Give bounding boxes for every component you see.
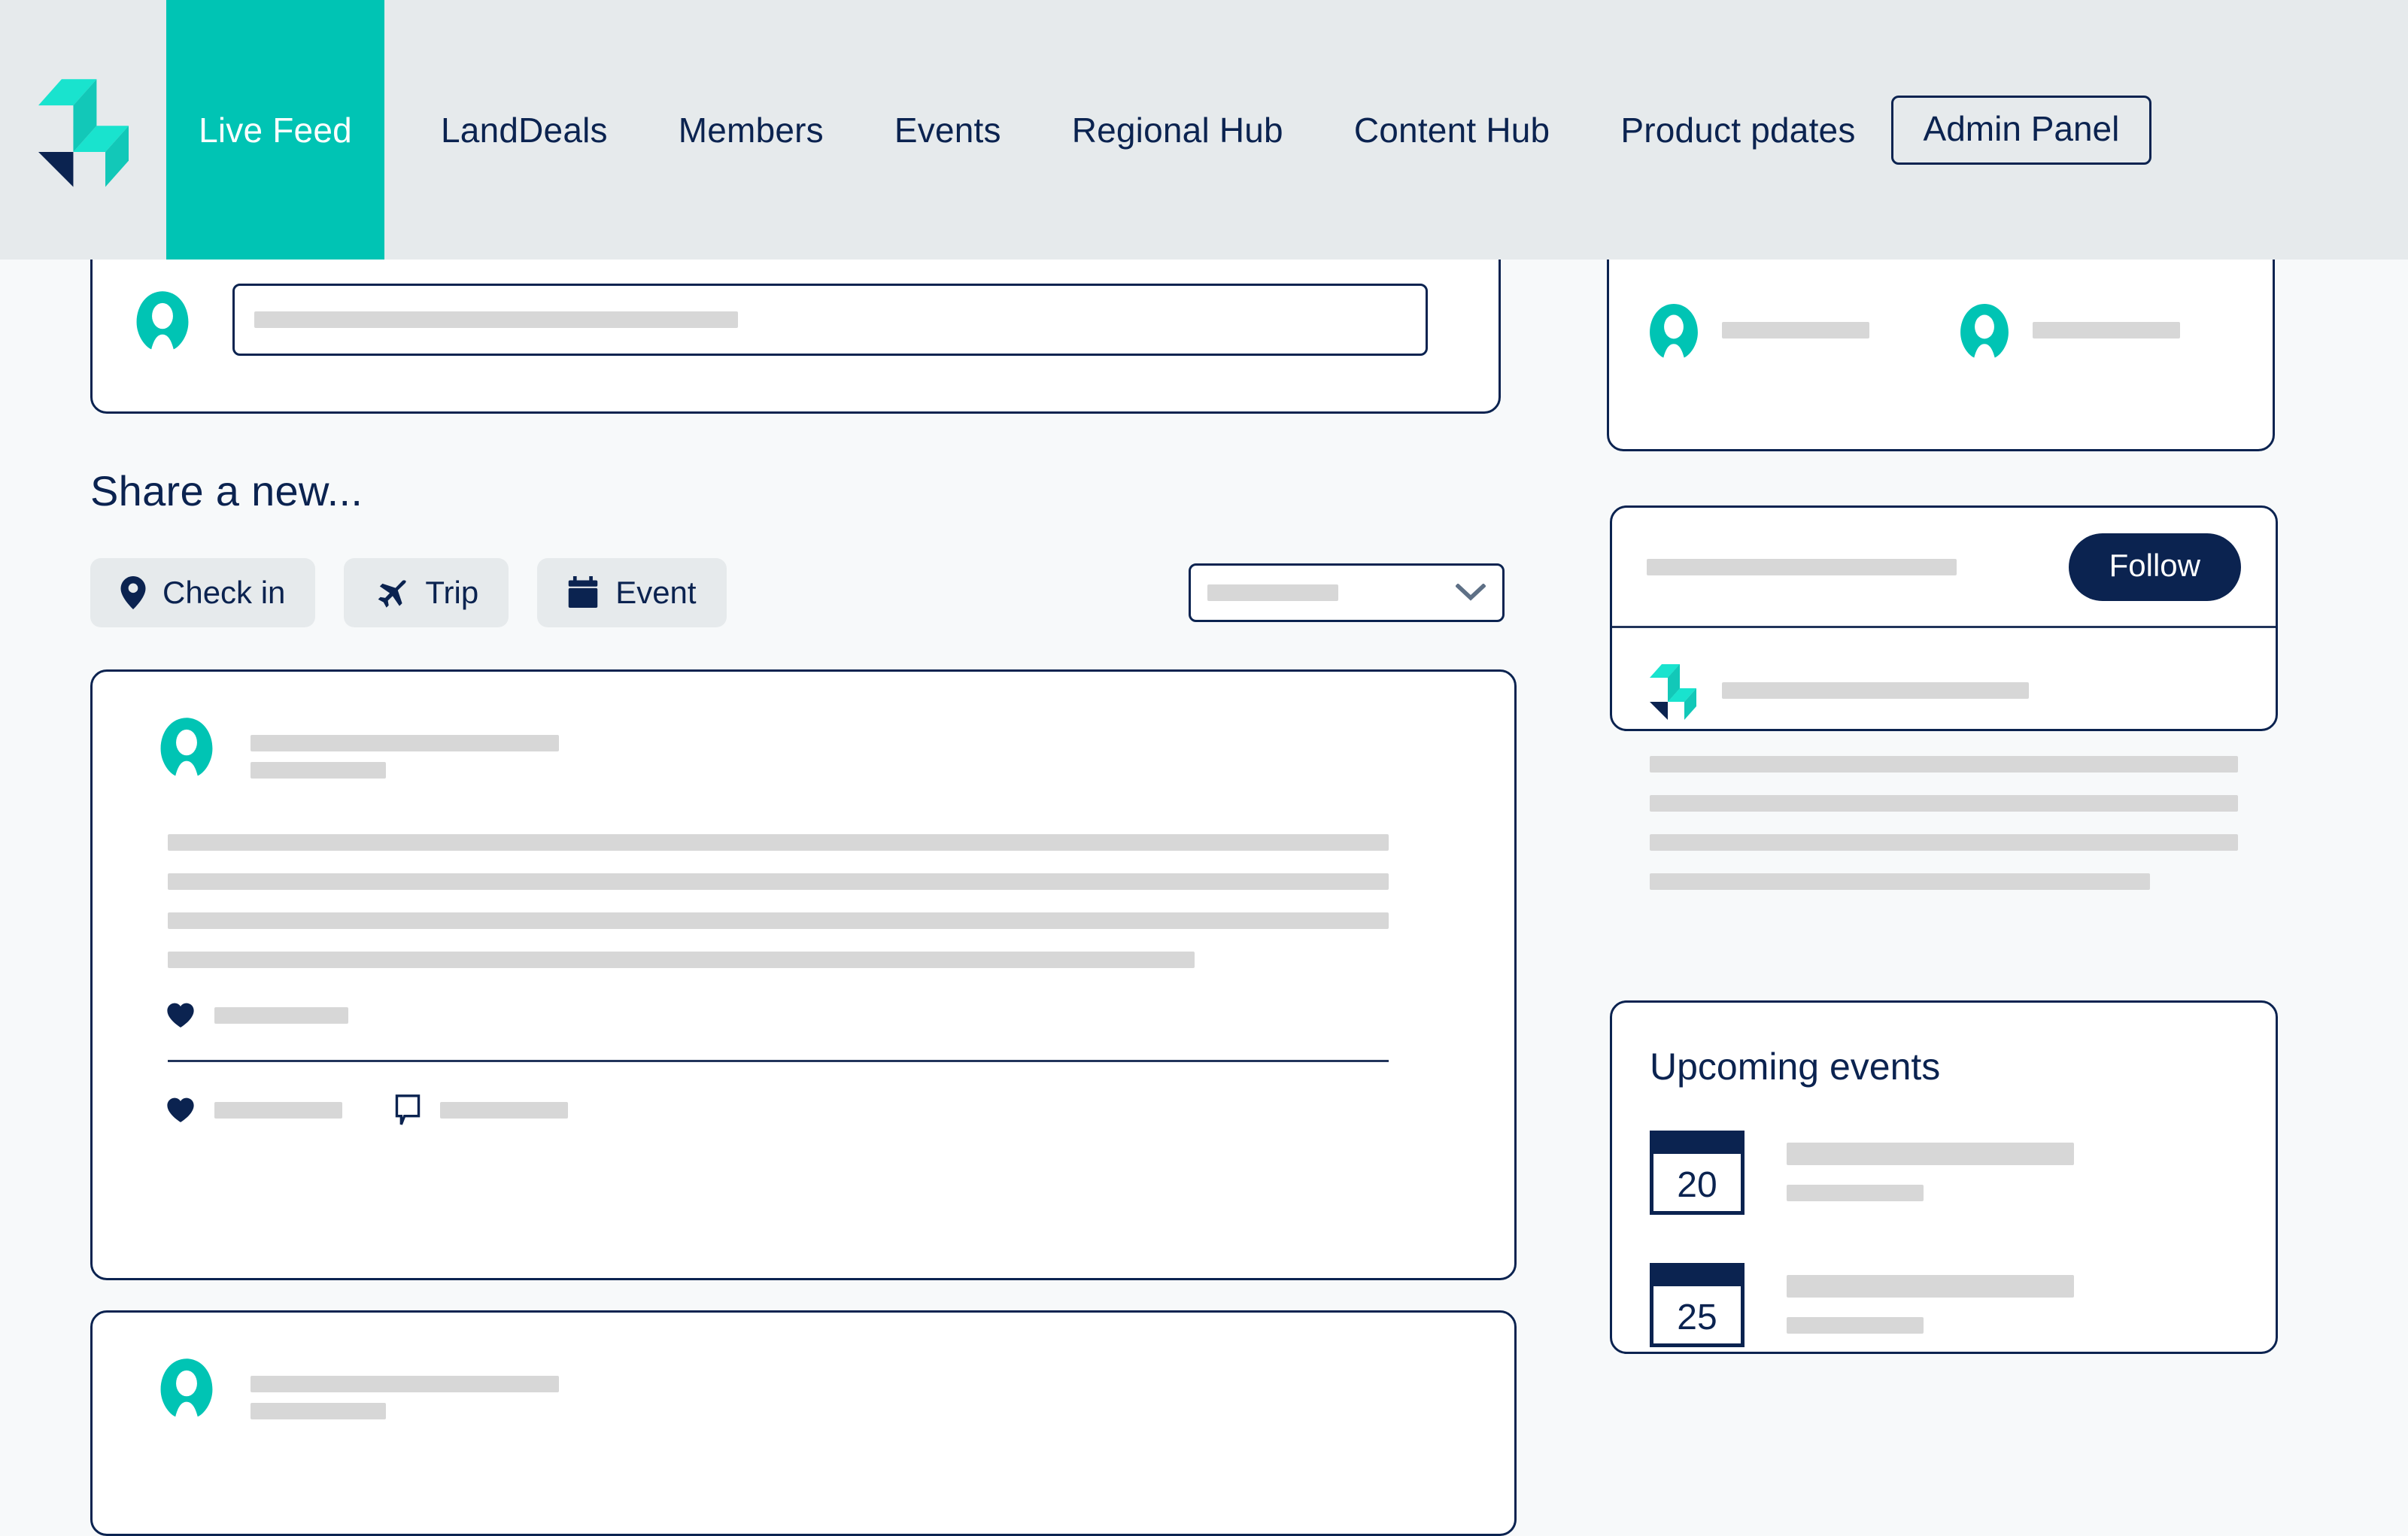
share-chip-label: Check in <box>162 575 286 610</box>
post-author-name-bar <box>251 735 559 751</box>
avatar <box>1956 302 2013 359</box>
event-meta-bar <box>1787 1317 1924 1334</box>
user-avatar-icon <box>136 291 189 350</box>
lightning-bolt-logo-icon <box>1650 664 1696 720</box>
post-like-button[interactable] <box>166 1097 342 1123</box>
post-card[interactable] <box>90 669 1517 1280</box>
follow-card-title-bar <box>1647 558 1957 575</box>
post-meta-bar <box>251 762 386 779</box>
post-body-line <box>168 952 1195 968</box>
avatar <box>132 289 193 351</box>
calendar-icon <box>568 576 598 608</box>
share-chip-label: Event <box>615 575 697 610</box>
event-text-block <box>1787 1263 2074 1352</box>
post-like-summary <box>93 1003 1514 1028</box>
nav-item-regional-hub[interactable]: Regional Hub <box>1037 0 1319 260</box>
heart-icon <box>167 1097 194 1122</box>
select-placeholder-bar <box>1207 584 1338 601</box>
share-scope-select[interactable] <box>1189 563 1505 622</box>
avatar <box>156 1356 217 1418</box>
follow-body-lines <box>1650 756 2238 890</box>
post-body-line <box>168 912 1389 929</box>
composer-placeholder-bar <box>254 311 739 328</box>
user-avatar-icon <box>1650 304 1698 358</box>
post-body <box>93 834 1514 968</box>
upcoming-events-title: Upcoming events <box>1650 1046 1941 1088</box>
nav-item-events[interactable]: Events <box>859 0 1037 260</box>
follow-org-name-bar <box>1722 682 2029 699</box>
event-title-bar <box>1787 1275 2074 1298</box>
member-name-bar <box>1722 322 1869 338</box>
logo-mark <box>38 70 129 190</box>
post-author-name-bar <box>251 1376 559 1392</box>
event-title-bar <box>1787 1143 2074 1165</box>
nav-item-landdeals[interactable]: LandDeals <box>405 0 643 260</box>
calendar-date-tile: 25 <box>1650 1263 1745 1347</box>
follow-body-line <box>1650 834 2238 851</box>
event-item[interactable]: 20 <box>1650 1131 2238 1221</box>
share-chip-check-in[interactable]: Check in <box>90 558 316 627</box>
chevron-down-icon <box>1456 584 1486 601</box>
upcoming-events-card: Upcoming events 20 25 <box>1610 1000 2278 1354</box>
follow-body-line <box>1650 795 2238 812</box>
post-divider <box>168 1060 1389 1062</box>
user-avatar-icon <box>160 1358 213 1417</box>
admin-panel-button[interactable]: Admin Panel <box>1890 95 2152 165</box>
follow-body-line <box>1650 873 2150 890</box>
follow-button[interactable]: Follow <box>2068 533 2241 601</box>
post-author-block <box>251 1356 559 1419</box>
member-name-bar <box>2033 322 2180 338</box>
share-actions-row: Check in Trip Event <box>90 558 1505 627</box>
composer-input[interactable] <box>232 284 1428 356</box>
post-meta-bar <box>251 1403 386 1419</box>
user-avatar-icon <box>1960 304 2009 358</box>
avatar <box>1645 302 1702 359</box>
user-avatar-icon <box>160 718 213 776</box>
comment-bubble-icon <box>395 1094 421 1125</box>
location-pin-icon <box>120 576 146 609</box>
brand-logo[interactable] <box>0 0 166 260</box>
post-header <box>93 1313 1514 1419</box>
post-actions <box>93 1094 1514 1127</box>
airplane-icon <box>378 580 407 608</box>
event-day-number: 25 <box>1677 1298 1717 1337</box>
calendar-date-tile: 20 <box>1650 1131 1745 1215</box>
follow-body-line <box>1650 756 2238 773</box>
heart-icon <box>167 1003 194 1028</box>
org-logo <box>1650 661 1696 720</box>
post-body-line <box>168 873 1389 890</box>
event-day-number: 20 <box>1677 1165 1717 1205</box>
event-text-block <box>1787 1131 2074 1221</box>
share-chip-event[interactable]: Event <box>537 558 727 627</box>
nav-items: Live Feed LandDeals Members Events Regio… <box>166 0 2408 260</box>
follow-card-header: Follow <box>1612 508 2276 628</box>
follow-org-row <box>1650 661 2238 720</box>
post-like-label-bar <box>214 1102 342 1119</box>
nav-item-members[interactable]: Members <box>643 0 859 260</box>
event-meta-bar <box>1787 1185 1924 1201</box>
follow-card-body <box>1612 628 2276 890</box>
post-body-line <box>168 834 1389 851</box>
member-item[interactable] <box>1956 302 2236 359</box>
post-author-block <box>251 715 559 779</box>
nav-item-live-feed[interactable]: Live Feed <box>166 0 384 260</box>
post-header <box>93 672 1514 779</box>
lightning-bolt-logo-icon <box>38 78 129 187</box>
post-like-count-bar <box>214 1007 348 1024</box>
page-title: Share a new... <box>90 467 363 515</box>
member-item[interactable] <box>1645 302 1926 359</box>
follow-card: Follow <box>1610 505 2278 890</box>
event-item[interactable]: 25 <box>1650 1263 2238 1352</box>
share-chip-trip[interactable]: Trip <box>344 558 509 627</box>
share-chip-label: Trip <box>425 575 479 610</box>
top-navigation-bar: Live Feed LandDeals Members Events Regio… <box>0 0 2408 260</box>
avatar <box>156 715 217 777</box>
post-card[interactable] <box>90 1310 1517 1536</box>
nav-item-product-updates[interactable]: Product pdates <box>1585 0 1890 260</box>
nav-item-content-hub[interactable]: Content Hub <box>1319 0 1585 260</box>
post-comment-label-bar <box>440 1102 568 1119</box>
post-comment-button[interactable] <box>395 1094 568 1127</box>
